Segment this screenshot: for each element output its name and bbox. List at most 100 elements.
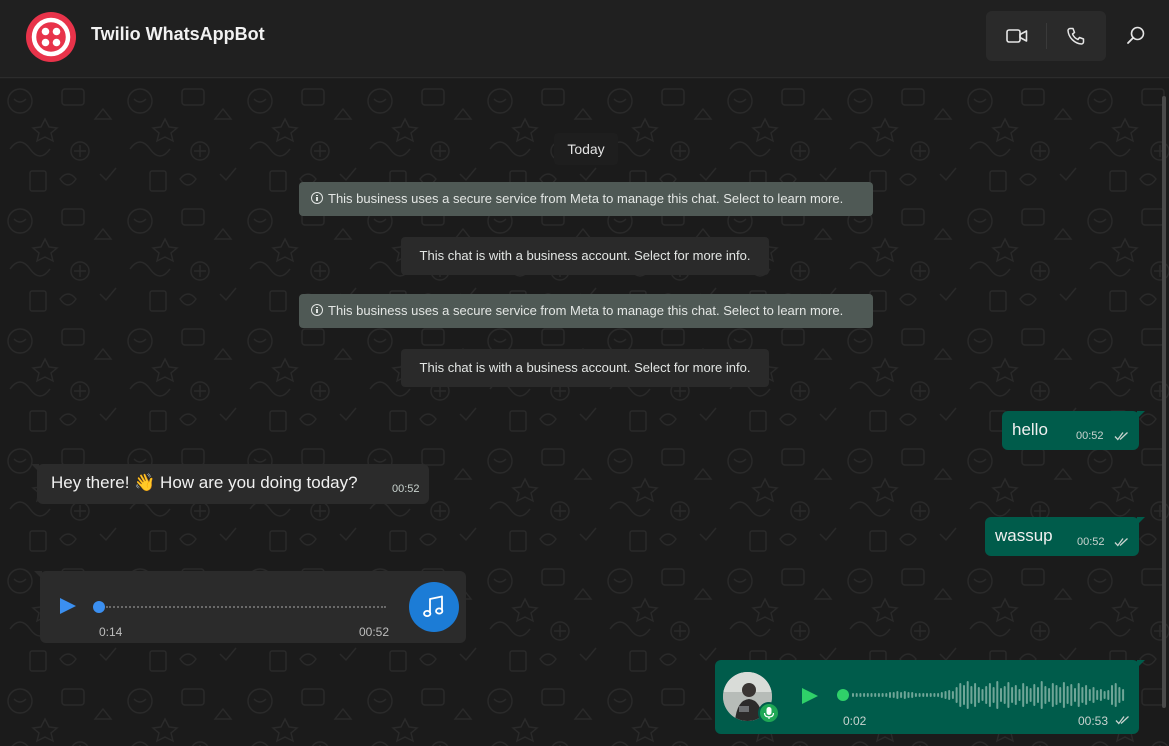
waveform-bar xyxy=(1007,682,1010,708)
waveform-bar xyxy=(892,692,895,698)
waveform-bar xyxy=(918,693,921,697)
waveform-bar xyxy=(1051,683,1054,707)
music-note-icon xyxy=(423,595,444,617)
chat-scrollbar[interactable] xyxy=(1162,96,1166,708)
waveform-bar xyxy=(985,686,988,704)
waveform-bar xyxy=(1022,683,1025,707)
message-time: 00:52 xyxy=(1077,536,1105,548)
waveform-bar xyxy=(1092,687,1095,703)
waveform-bar xyxy=(944,691,947,699)
audio-time: 00:52 xyxy=(359,625,390,639)
message-bubble-outgoing[interactable]: wassup 00:52 xyxy=(985,517,1145,556)
waveform-bar xyxy=(1003,686,1006,704)
waveform-bar xyxy=(959,683,962,707)
chat-wallpaper xyxy=(0,79,1169,746)
waveform-bar xyxy=(896,691,899,699)
waveform-bar xyxy=(1018,689,1021,701)
date-separator: Today xyxy=(554,133,618,165)
audio-progress-track[interactable] xyxy=(106,606,386,608)
waveform-bar xyxy=(926,693,928,697)
waveform-bar xyxy=(859,693,862,697)
waveform-bar xyxy=(1070,684,1073,706)
waveform-bar xyxy=(885,693,888,697)
voice-duration: 0:02 xyxy=(843,714,867,728)
system-message-business[interactable]: This chat is with a business account. Se… xyxy=(401,349,769,387)
waveform-bar xyxy=(1000,688,1002,702)
waveform-bar xyxy=(877,693,880,697)
waveform-bar xyxy=(866,693,869,697)
waveform-bar xyxy=(1122,689,1125,701)
waveform-bar xyxy=(1103,691,1106,699)
waveform-bar xyxy=(914,693,917,697)
system-message-text: This business uses a secure service from… xyxy=(328,191,844,206)
waveform-bar xyxy=(1074,688,1076,702)
message-bubble-incoming[interactable]: Hey there! 👋 How are you doing today? 00… xyxy=(31,464,429,504)
message-text: Hey there! 👋 How are you doing today? xyxy=(51,473,358,492)
waveform-bar xyxy=(933,693,936,697)
chat-header: Twilio WhatsAppBot xyxy=(0,0,1169,78)
waveform-bar xyxy=(903,691,906,699)
waveform-bar xyxy=(1062,682,1065,708)
waveform-bar xyxy=(900,692,903,698)
system-message-text: This business uses a secure service from… xyxy=(328,303,844,318)
waveform-bar xyxy=(1111,685,1113,705)
waveform-bar xyxy=(874,693,877,697)
waveform-bar xyxy=(951,691,954,699)
waveform-bar xyxy=(963,685,965,705)
double-check-icon xyxy=(1114,432,1128,441)
voice-call-button[interactable] xyxy=(1046,11,1106,61)
play-icon[interactable] xyxy=(58,596,78,616)
waveform-bar xyxy=(1081,687,1084,703)
info-icon xyxy=(311,304,323,316)
waveform-bar xyxy=(929,693,932,697)
message-text: wassup xyxy=(995,526,1053,545)
video-call-button[interactable] xyxy=(986,11,1046,61)
waveform-bar xyxy=(981,689,984,701)
system-message-meta[interactable]: This business uses a secure service from… xyxy=(299,294,873,328)
waveform-bar xyxy=(1088,689,1091,701)
waveform-bar xyxy=(1011,687,1014,703)
contact-avatar[interactable] xyxy=(26,12,76,62)
waveform-bar xyxy=(881,693,884,697)
chat-area[interactable] xyxy=(0,79,1169,746)
waveform-bar xyxy=(922,693,925,697)
message-text: hello xyxy=(1012,420,1048,439)
waveform-bar xyxy=(1066,686,1069,704)
waveform-bar xyxy=(996,681,999,709)
system-message-business[interactable]: This chat is with a business account. Se… xyxy=(401,237,769,275)
double-check-icon xyxy=(1114,538,1128,547)
search-button[interactable] xyxy=(1124,24,1148,48)
waveform-bar xyxy=(870,693,873,697)
waveform-bar xyxy=(1085,685,1088,705)
search-icon xyxy=(1127,26,1145,44)
waveform-bar xyxy=(1025,686,1028,704)
audio-duration: 0:14 xyxy=(99,625,123,639)
voice-time: 00:53 xyxy=(1078,714,1109,728)
waveform-bar xyxy=(1044,686,1047,704)
waveform-bar xyxy=(940,692,943,698)
waveform-bar xyxy=(852,693,854,697)
message-bubble-outgoing[interactable]: hello 00:52 xyxy=(1002,411,1145,450)
waveform-bar xyxy=(889,692,891,698)
twilio-logo-icon xyxy=(31,17,71,57)
waveform-bar xyxy=(1029,688,1032,702)
waveform-bar xyxy=(911,692,914,698)
waveform-bar xyxy=(855,693,858,697)
voice-progress-handle[interactable] xyxy=(837,689,849,701)
waveform-bar xyxy=(970,686,973,704)
waveform-bar xyxy=(988,683,991,707)
mic-badge xyxy=(758,702,780,724)
audio-file-icon-badge xyxy=(409,582,459,632)
contact-name[interactable]: Twilio WhatsAppBot xyxy=(91,24,265,45)
waveform-bar xyxy=(1059,687,1062,703)
waveform-bar xyxy=(1037,687,1039,703)
video-camera-icon xyxy=(1006,29,1028,43)
waveform-bar xyxy=(1014,685,1017,705)
message-time: 00:52 xyxy=(1076,430,1104,442)
system-message-meta[interactable]: This business uses a secure service from… xyxy=(299,182,873,216)
voice-waveform[interactable] xyxy=(852,680,1132,710)
waveform-bar xyxy=(1114,683,1117,707)
audio-progress-handle[interactable] xyxy=(93,601,105,613)
waveform-bar xyxy=(1077,683,1080,707)
play-icon[interactable] xyxy=(800,686,820,706)
